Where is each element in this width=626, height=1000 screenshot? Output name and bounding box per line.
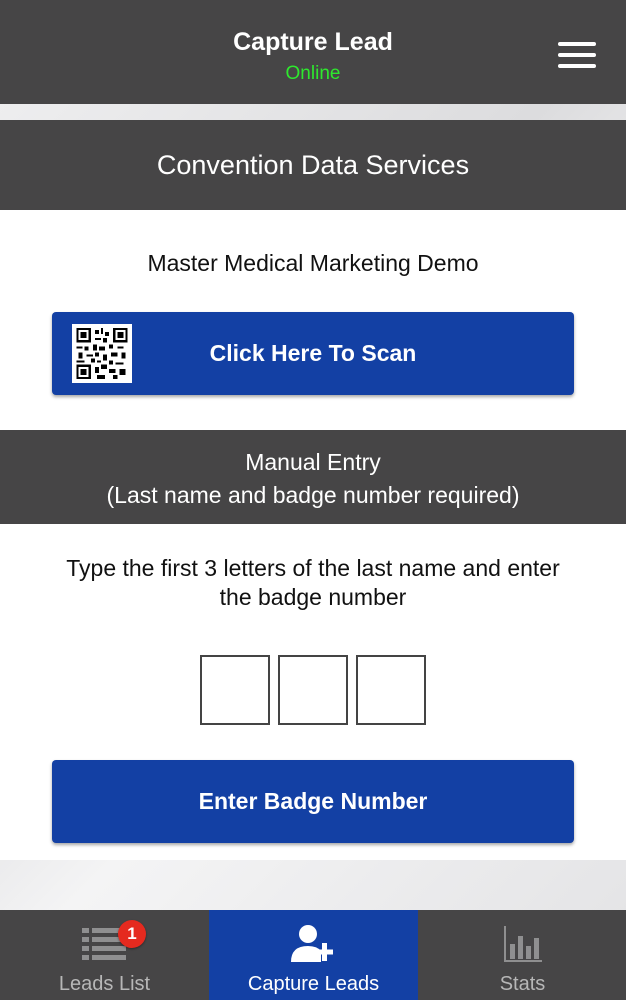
bottom-tab-bar: 1 Leads List Capture Leads Stats (0, 910, 626, 1000)
tab-capture-leads[interactable]: Capture Leads (209, 910, 418, 1000)
tab-stats[interactable]: Stats (418, 910, 626, 1000)
scan-button-label: Click Here To Scan (209, 340, 417, 366)
menu-icon[interactable] (558, 42, 596, 70)
manual-entry-title: Manual Entry (245, 449, 381, 475)
connection-status: Online (285, 63, 341, 84)
scan-button[interactable]: Click Here To Scan (52, 312, 574, 395)
scan-section: Master Medical Marketing Demo Click Here… (0, 210, 626, 430)
manual-entry-instructions: Type the first 3 letters of the last nam… (66, 555, 560, 610)
tab-label: Stats (499, 973, 546, 995)
add-user-icon (290, 924, 337, 970)
tab-label: Capture Leads (247, 973, 380, 995)
enter-badge-number-label: Enter Badge Number (198, 788, 428, 814)
enter-badge-number-button[interactable]: Enter Badge Number (52, 760, 574, 843)
organization-name: Convention Data Services (0, 120, 626, 210)
tab-label: Leads List (58, 973, 151, 995)
last-name-letter-3[interactable] (356, 655, 426, 725)
qr-code-icon (72, 324, 132, 383)
last-name-letter-1[interactable] (200, 655, 270, 725)
manual-entry-header: Manual Entry (Last name and badge number… (0, 430, 626, 524)
event-name: Master Medical Marketing Demo (147, 250, 479, 276)
app-header: Capture Lead Online (0, 0, 626, 104)
last-name-letter-2[interactable] (278, 655, 348, 725)
page-title: Capture Lead (233, 28, 393, 56)
manual-entry-section: Type the first 3 letters of the last nam… (0, 524, 626, 860)
leads-count-badge: 1 (118, 920, 146, 948)
bar-chart-icon (500, 924, 546, 970)
tab-leads-list[interactable]: 1 Leads List (0, 910, 209, 1000)
manual-entry-subtitle: (Last name and badge number required) (106, 482, 520, 508)
